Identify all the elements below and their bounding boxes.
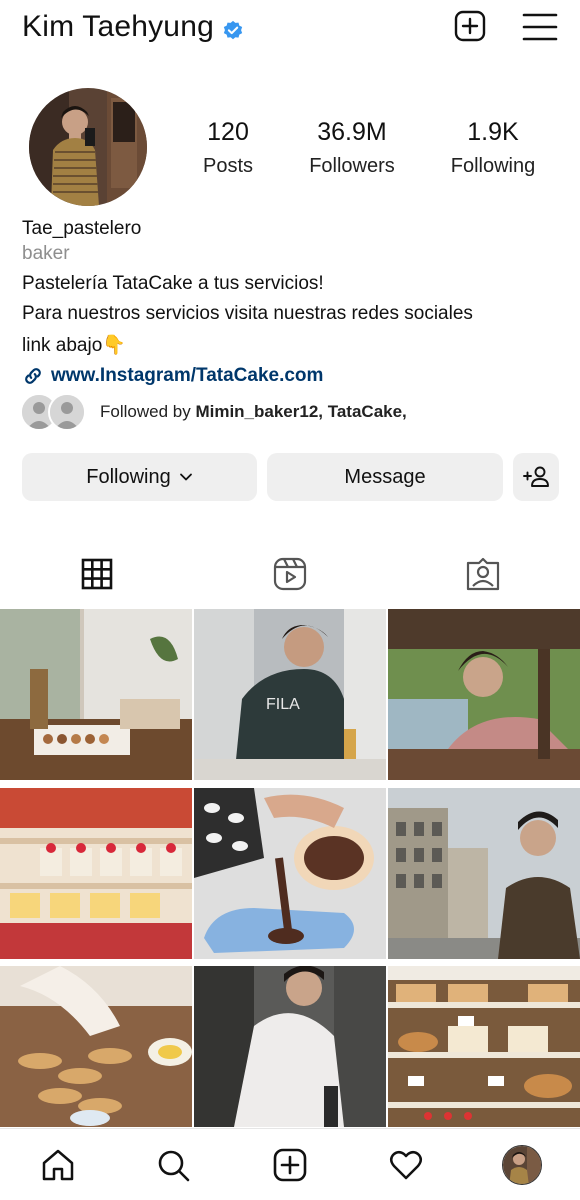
reels-icon[interactable] (272, 556, 308, 592)
bio-website-link[interactable]: www.Instagram/TataCake.com (51, 365, 323, 387)
bio-category: baker (22, 243, 70, 264)
link-icon (25, 368, 41, 384)
tagged-icon[interactable] (465, 556, 501, 592)
bio-line-3-row: link abajo👇 (22, 333, 562, 363)
post-thumbnail[interactable] (194, 966, 386, 1137)
mutual-avatars (20, 393, 88, 431)
search-icon[interactable] (155, 1147, 191, 1183)
bio-name: Tae_pastelero (22, 218, 142, 239)
following-button-label: Following (86, 465, 171, 488)
heart-icon[interactable] (388, 1147, 424, 1183)
following-button[interactable]: Following (22, 453, 257, 501)
following-label: Following (450, 155, 536, 177)
followers-label: Followers (309, 155, 395, 177)
posts-count: 120 (207, 118, 249, 146)
plus-square-icon[interactable] (454, 10, 486, 42)
post-thumbnail[interactable] (194, 788, 386, 959)
profile-nav-avatar[interactable] (502, 1145, 542, 1185)
bio-link-row[interactable]: www.Instagram/TataCake.com (22, 363, 562, 389)
following-count: 1.9K (467, 118, 519, 146)
followed-by-prefix: Followed by (100, 402, 196, 421)
profile-tabs (0, 548, 580, 602)
svg-text:FILA: FILA (266, 696, 300, 713)
add-person-icon (523, 466, 549, 487)
post-thumbnail[interactable] (0, 788, 192, 959)
bio-line-2: Para nuestros servicios visita nuestras … (22, 303, 473, 324)
verified-badge-icon (223, 20, 243, 40)
followers-count: 36.9M (317, 118, 387, 146)
home-icon[interactable] (40, 1147, 76, 1183)
message-button-label: Message (344, 465, 426, 488)
followed-by-names: Mimin_baker12, TataCake, (195, 402, 407, 421)
bottom-navigation (0, 1128, 580, 1200)
chevron-down-icon (179, 473, 192, 481)
followers-stat[interactable]: 36.9M Followers (287, 118, 417, 178)
followed-by-row[interactable]: Followed by Mimin_baker12, TataCake, (20, 393, 407, 431)
post-thumbnail[interactable] (388, 788, 580, 959)
add-person-button[interactable] (513, 453, 559, 501)
posts-label: Posts (202, 155, 254, 177)
followed-by-text: Followed by Mimin_baker12, TataCake, (100, 402, 407, 422)
following-stat[interactable]: 1.9K Following (428, 118, 558, 178)
post-thumbnail[interactable] (388, 966, 580, 1137)
create-icon[interactable] (272, 1147, 308, 1183)
post-thumbnail[interactable]: FILA (194, 609, 386, 780)
grid-icon[interactable] (79, 556, 115, 592)
pointing-down-emoji: 👇 (102, 335, 126, 356)
mutual-avatar-2 (48, 393, 86, 431)
message-button[interactable]: Message (267, 453, 503, 501)
posts-stat: 120 Posts (163, 118, 293, 178)
hamburger-menu-icon[interactable] (522, 12, 558, 42)
post-thumbnail[interactable] (388, 609, 580, 780)
profile-username[interactable]: Kim Taehyung (22, 10, 214, 44)
post-thumbnail[interactable] (0, 609, 192, 780)
post-thumbnail[interactable] (0, 966, 192, 1137)
posts-grid: FILA (0, 609, 580, 1127)
profile-bio: Tae_pastelero baker Pastelería TataCake … (22, 218, 562, 389)
bio-line-1: Pastelería TataCake a tus servicios! (22, 273, 324, 294)
bio-line-3: link abajo (22, 335, 103, 356)
profile-avatar[interactable] (29, 88, 147, 206)
top-bar: Kim Taehyung (0, 0, 580, 58)
